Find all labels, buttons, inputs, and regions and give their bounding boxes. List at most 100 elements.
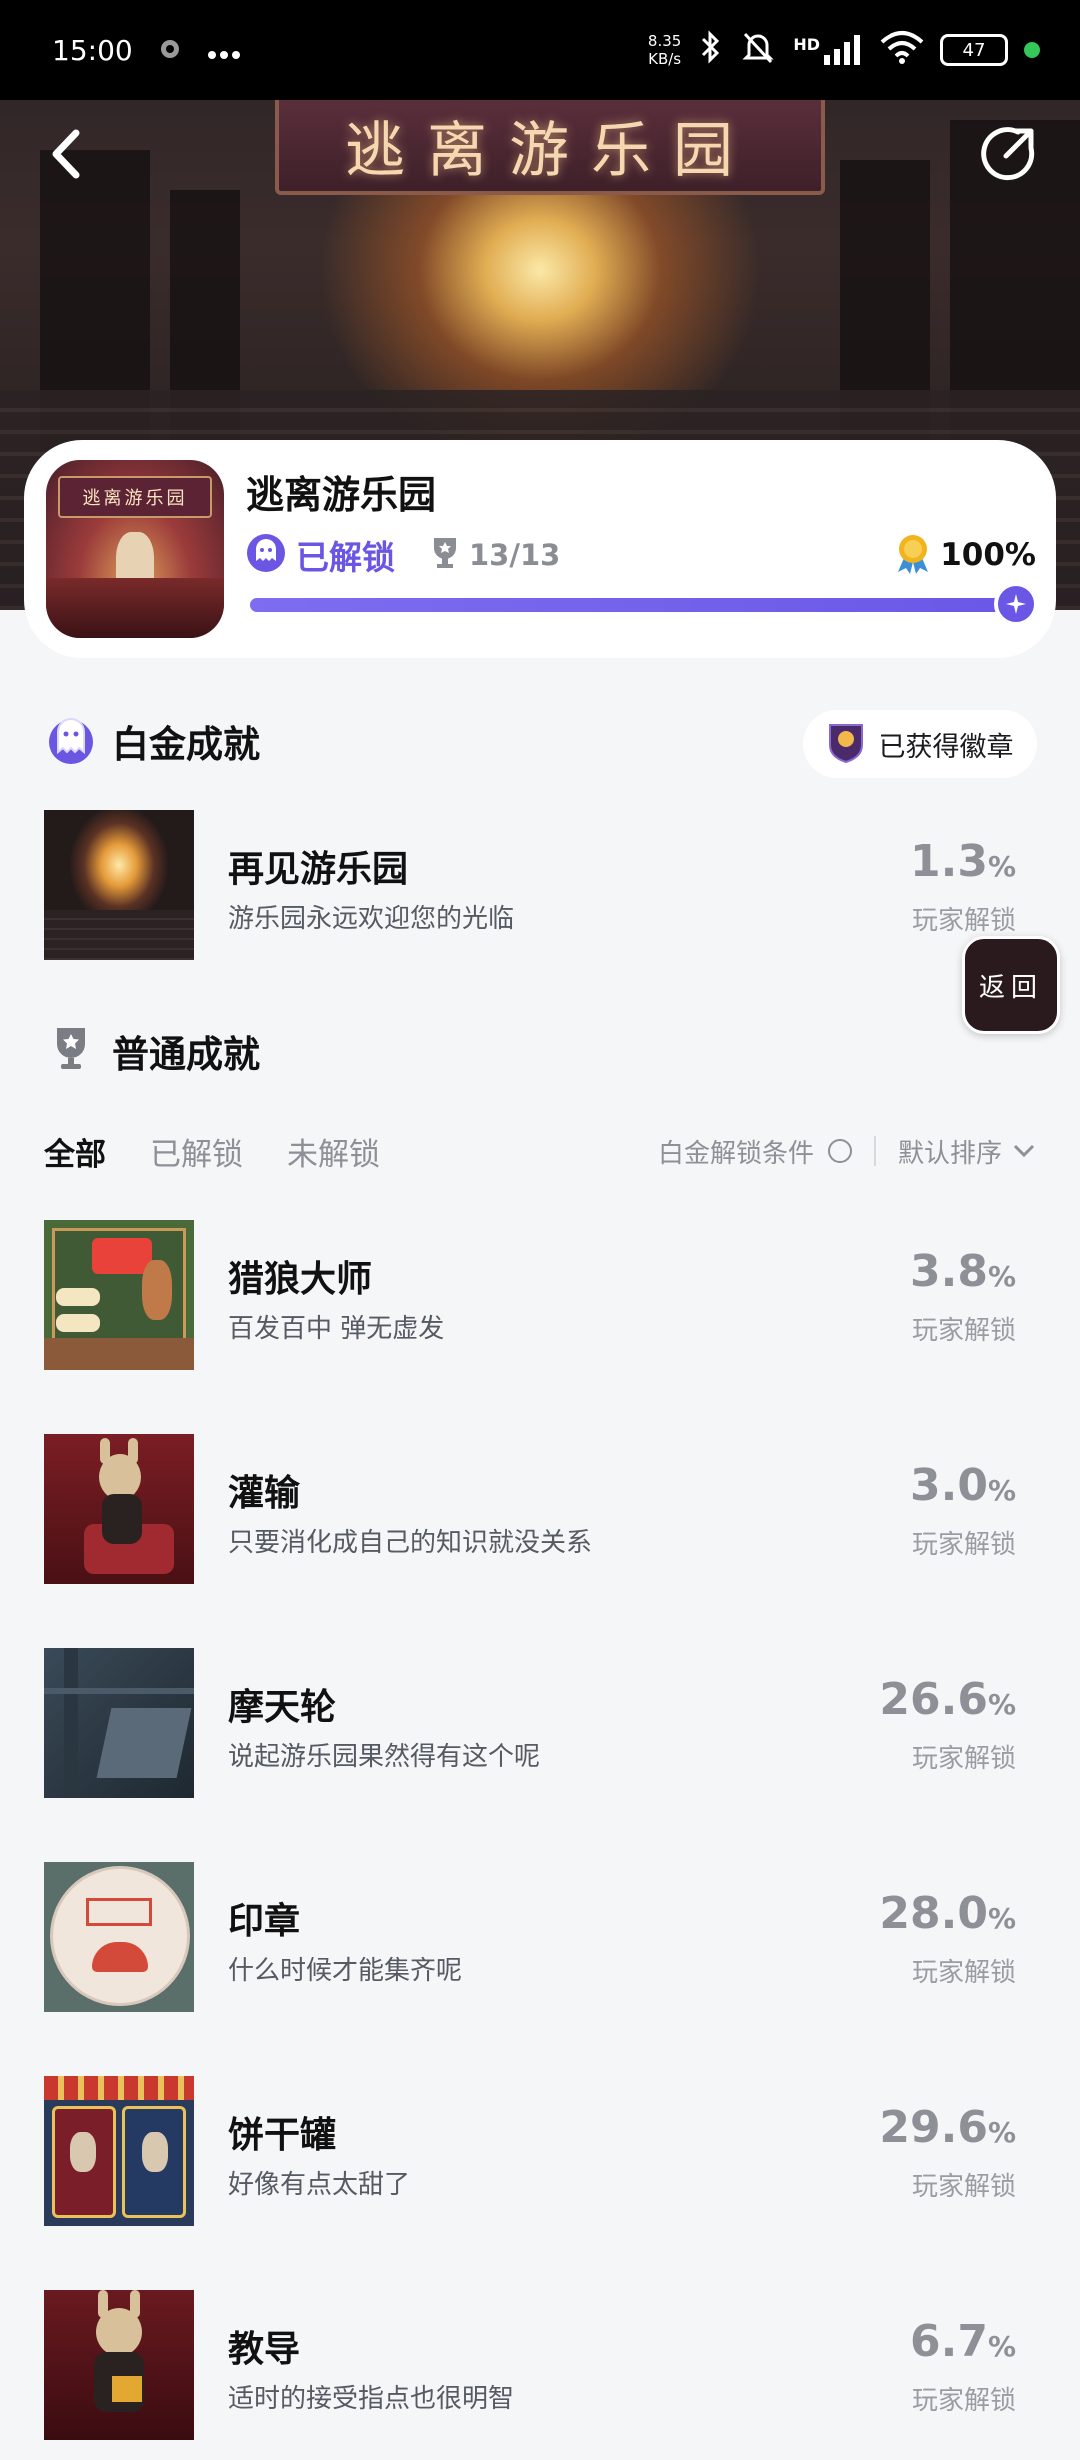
completion-wrap: 100%	[894, 532, 1036, 578]
net-speed: 8.35 KB/s	[648, 32, 681, 68]
battery-level: 47	[962, 39, 986, 61]
achievement-name: 猎狼大师	[228, 1259, 373, 1300]
achievement-desc: 好像有点太甜了	[228, 2170, 411, 2200]
normal-section-header: 普通成就	[44, 1022, 260, 1080]
filter-divider	[873, 1136, 876, 1166]
achievement-rate-unit: %	[987, 850, 1016, 883]
achievement-rate-unit: %	[987, 1260, 1016, 1293]
achievement-row[interactable]: 教导 适时的接受指点也很明智 6.7% 玩家解锁	[44, 2290, 1036, 2440]
achievement-rate-label: 玩家解锁	[911, 906, 1016, 936]
achievement-rate: 3.8%	[910, 1246, 1016, 1297]
platinum-condition-label: 白金解锁条件	[657, 1138, 814, 1169]
achievement-desc: 游乐园永远欢迎您的光临	[228, 904, 515, 934]
achievement-name: 灌输	[228, 1473, 301, 1514]
normal-section-title: 普通成就	[112, 1033, 260, 1076]
achievement-name: 教导	[228, 2329, 301, 2370]
back-arrow-icon	[52, 129, 80, 179]
achievement-rate-unit: %	[987, 1688, 1016, 1721]
achievement-name: 印章	[228, 1901, 301, 1942]
radio-icon	[827, 1139, 852, 1163]
achievement-rate-value: 28.0	[879, 1888, 988, 1939]
achievement-thumb	[44, 2290, 194, 2440]
tab-unlocked[interactable]: 已解锁	[150, 1129, 243, 1174]
achievement-rate-label: 玩家解锁	[911, 1958, 1016, 1988]
achievement-thumb	[44, 2076, 194, 2226]
bluetooth-icon	[697, 29, 723, 71]
cover-banner: 逃离游乐园	[58, 476, 212, 518]
achievement-desc: 适时的接受指点也很明智	[228, 2384, 515, 2414]
tab-locked[interactable]: 未解锁	[287, 1129, 380, 1174]
more-notifications-icon	[207, 34, 241, 67]
platinum-ghost-icon	[246, 533, 286, 577]
completion-progress-bar	[250, 582, 1038, 626]
back-button[interactable]	[30, 118, 102, 190]
achievement-rate-value: 3.0	[909, 1460, 988, 1511]
trophy-icon	[431, 536, 459, 574]
progress-fill	[250, 598, 1034, 612]
platinum-ghost-icon	[44, 712, 98, 770]
badge-shield-icon	[827, 721, 865, 767]
achievement-rate: 28.0%	[879, 1888, 1016, 1939]
earned-badge-label: 已获得徽章	[878, 731, 1014, 763]
achievement-name: 再见游乐园	[228, 849, 409, 890]
floating-return-label: 返回	[978, 972, 1043, 1003]
platinum-section-title: 白金成就	[112, 723, 260, 766]
achievement-rate: 6.7%	[910, 2316, 1016, 2367]
achievement-rate-label: 玩家解锁	[911, 2386, 1016, 2416]
achievement-rate-unit: %	[987, 1902, 1016, 1935]
game-title: 逃离游乐园	[246, 473, 437, 517]
game-summary-card: 逃离游乐园 逃离游乐园 已解锁 13/13 100%	[24, 440, 1056, 658]
signal-icon: HD	[793, 35, 864, 65]
platinum-achievement-row[interactable]: 再见游乐园 游乐园永远欢迎您的光临 1.3% 玩家解锁	[44, 810, 1036, 960]
achievement-rate: 3.0%	[910, 1460, 1016, 1511]
unlocked-label: 已解锁	[296, 538, 395, 577]
achievement-row[interactable]: 猎狼大师 百发百中 弹无虚发 3.8% 玩家解锁	[44, 1220, 1036, 1370]
achievement-name: 摩天轮	[228, 1687, 337, 1728]
achievement-rate-value: 3.8	[909, 1246, 988, 1297]
game-cover-image: 逃离游乐园	[46, 460, 224, 638]
earned-badge-button[interactable]: 已获得徽章	[803, 710, 1037, 778]
achievement-desc: 只要消化成自己的知识就没关系	[228, 1528, 593, 1558]
achievement-thumb	[44, 1220, 194, 1370]
sort-dropdown[interactable]: 默认排序	[898, 1133, 1036, 1170]
achievement-rate: 29.6%	[879, 2102, 1016, 2153]
net-speed-unit: KB/s	[648, 50, 682, 68]
achievement-rate-value: 6.7	[909, 2316, 988, 2367]
achievement-rate-value: 26.6	[879, 1674, 988, 1725]
achievement-rate-label: 玩家解锁	[911, 1744, 1016, 1774]
achievement-desc: 什么时候才能集齐呢	[228, 1956, 463, 1986]
status-time: 15:00	[52, 33, 133, 67]
net-speed-value: 8.35	[647, 32, 682, 50]
completion-percent: 100%	[940, 537, 1036, 573]
achievement-rate-label: 玩家解锁	[911, 1530, 1016, 1560]
achievement-desc: 说起游乐园果然得有这个呢	[228, 1742, 541, 1772]
bell-muted-icon	[739, 28, 777, 72]
share-button[interactable]	[972, 118, 1044, 190]
achievement-rate-value: 1.3	[909, 836, 988, 887]
unlock-status-row: 已解锁 13/13 100%	[246, 530, 1036, 580]
achievement-row[interactable]: 饼干罐 好像有点太甜了 29.6% 玩家解锁	[44, 2076, 1036, 2226]
platinum-condition-toggle[interactable]: 白金解锁条件	[658, 1133, 852, 1170]
achievement-row[interactable]: 灌输 只要消化成自己的知识就没关系 3.0% 玩家解锁	[44, 1434, 1036, 1584]
chevron-down-icon	[1013, 1144, 1035, 1158]
status-bar: 15:00 8.35 KB/s HD 47	[0, 0, 1080, 100]
medal-icon	[894, 532, 932, 578]
app-notification-icon	[159, 34, 181, 67]
floating-return-button[interactable]: 返回	[962, 936, 1060, 1034]
achievement-rate-value: 29.6	[879, 2102, 988, 2153]
tab-all[interactable]: 全部	[44, 1129, 106, 1174]
achievement-thumb	[44, 1434, 194, 1584]
trophy-count: 13/13	[469, 538, 561, 572]
achievement-thumb	[44, 810, 194, 960]
achievement-rate-unit: %	[987, 2116, 1016, 2149]
achievement-row[interactable]: 印章 什么时候才能集齐呢 28.0% 玩家解锁	[44, 1862, 1036, 2012]
sort-label: 默认排序	[897, 1138, 1002, 1169]
achievement-name: 饼干罐	[228, 2115, 337, 2156]
park-sign-text: 逃离游乐园	[345, 115, 755, 186]
signal-label: HD	[793, 35, 820, 54]
achievement-row[interactable]: 摩天轮 说起游乐园果然得有这个呢 26.6% 玩家解锁	[44, 1648, 1036, 1798]
trophy-icon	[44, 1022, 98, 1080]
achievement-rate: 1.3%	[910, 836, 1016, 887]
achievement-thumb	[44, 1862, 194, 2012]
wifi-icon	[880, 30, 924, 70]
